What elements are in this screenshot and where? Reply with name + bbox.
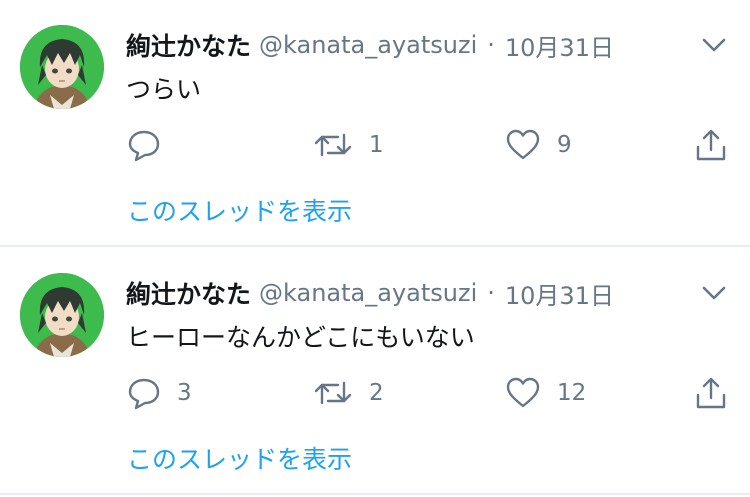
reply-icon: [127, 128, 161, 162]
show-thread-link[interactable]: このスレッドを表示: [127, 192, 352, 228]
retweet-count: 2: [369, 380, 384, 406]
like-button[interactable]: 9: [505, 125, 572, 165]
avatar[interactable]: [20, 273, 104, 357]
reply-button[interactable]: [127, 125, 177, 165]
share-icon: [694, 375, 728, 411]
separator-dot: ·: [487, 31, 495, 59]
share-button[interactable]: [694, 373, 728, 413]
author-name[interactable]: 絢辻かなた: [126, 27, 251, 63]
tweet-actions: 3 2 12: [0, 373, 750, 413]
tweet-date[interactable]: 10月31日: [505, 28, 614, 63]
tweet[interactable]: 絢辻かなた @kanata_ayatsuzi · 10月31日 ヒーローなんかど…: [0, 248, 750, 494]
tweet-date[interactable]: 10月31日: [505, 276, 614, 311]
tweet[interactable]: 絢辻かなた @kanata_ayatsuzi · 10月31日 つらい 1 9 …: [0, 0, 750, 246]
timeline: 絢辻かなた @kanata_ayatsuzi · 10月31日 つらい 1 9 …: [0, 0, 750, 497]
tweet-text: ヒーローなんかどこにもいない: [126, 323, 475, 352]
author-name[interactable]: 絢辻かなた: [126, 275, 251, 311]
show-thread-link[interactable]: このスレッドを表示: [127, 440, 352, 476]
like-icon: [505, 128, 541, 162]
divider: [0, 493, 750, 495]
chevron-down-icon[interactable]: [700, 282, 728, 304]
like-button[interactable]: 12: [505, 373, 586, 413]
chevron-down-icon[interactable]: [700, 34, 728, 56]
tweet-actions: 1 9: [0, 125, 750, 165]
tweet-text: つらい: [126, 75, 202, 104]
author-handle[interactable]: @kanata_ayatsuzi: [259, 279, 477, 307]
divider: [0, 245, 750, 247]
tweet-header: 絢辻かなた @kanata_ayatsuzi · 10月31日: [126, 27, 614, 63]
retweet-icon: [313, 376, 353, 410]
tweet-header: 絢辻かなた @kanata_ayatsuzi · 10月31日: [126, 275, 614, 311]
like-count: 12: [557, 380, 587, 406]
retweet-button[interactable]: 1: [313, 125, 384, 165]
separator-dot: ·: [487, 279, 495, 307]
share-icon: [694, 127, 728, 163]
share-button[interactable]: [694, 125, 728, 165]
avatar[interactable]: [20, 25, 104, 109]
retweet-count: 1: [369, 132, 384, 158]
like-icon: [505, 376, 541, 410]
reply-button[interactable]: 3: [127, 373, 192, 413]
retweet-icon: [313, 128, 353, 162]
reply-count: 3: [177, 380, 192, 406]
reply-icon: [127, 376, 161, 410]
like-count: 9: [557, 132, 572, 158]
author-handle[interactable]: @kanata_ayatsuzi: [259, 31, 477, 59]
retweet-button[interactable]: 2: [313, 373, 384, 413]
